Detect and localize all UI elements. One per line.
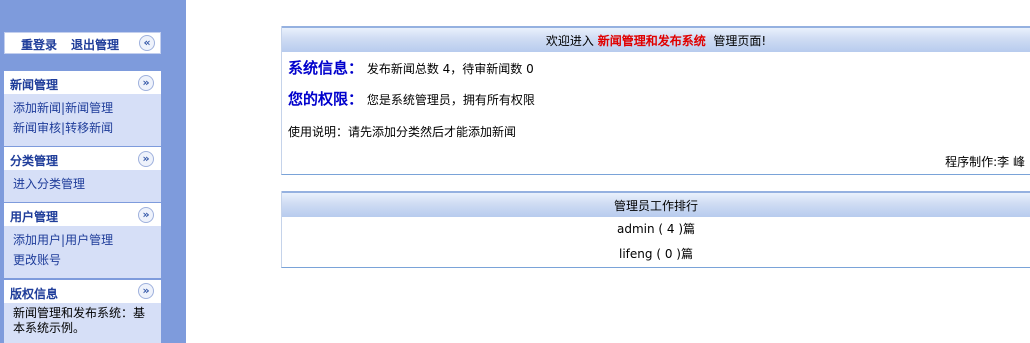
ranking-row: lifeng ( 0 )篇 [619, 247, 693, 261]
permission-text: 您是系统管理员，拥有所有权限 [366, 93, 535, 107]
welcome-prefix: 欢迎进入 [545, 34, 594, 48]
menu-title-users[interactable]: 用户管理 » [4, 203, 161, 226]
welcome-body: 系统信息： 发布新闻总数 4，待审新闻数 0 您的权限： 您是系统管理员，拥有所… [282, 52, 1030, 174]
change-account-link[interactable]: 更改账号 [13, 253, 61, 267]
menu-body-copyright: 新闻管理和发布系统：基本系统示例。 [4, 303, 161, 343]
double-chevron-down-icon[interactable]: » [138, 207, 154, 223]
menu-body-category: 进入分类管理 [4, 170, 161, 202]
permission-row: 您的权限： 您是系统管理员，拥有所有权限 [288, 88, 535, 109]
login-box: 重登录 退出管理 « [4, 32, 161, 54]
ranking-panel: 管理员工作排行 admin ( 4 )篇 lifeng ( 0 )篇 [281, 191, 1030, 268]
logout-link[interactable]: 退出管理 [71, 36, 119, 53]
double-chevron-left-icon[interactable]: « [139, 35, 155, 51]
usage-note: 使用说明：请先添加分类然后才能添加新闻 [288, 125, 517, 139]
add-user-link[interactable]: 添加用户 [13, 233, 61, 247]
news-review-link[interactable]: 新闻审核 [13, 121, 61, 135]
menu-title-category[interactable]: 分类管理 » [4, 147, 161, 170]
system-info-text: 发布新闻总数 4，待审新闻数 0 [366, 62, 534, 76]
menu-title-text: 用户管理 [10, 210, 59, 224]
ranking-list: admin ( 4 )篇 lifeng ( 0 )篇 [282, 217, 1030, 267]
relogin-link[interactable]: 重登录 [21, 36, 57, 53]
author-credit: 程序制作:李 峰 [945, 155, 1025, 169]
permission-label: 您的权限： [288, 90, 364, 108]
system-info-row: 系统信息： 发布新闻总数 4，待审新闻数 0 [288, 57, 534, 78]
enter-category-link[interactable]: 进入分类管理 [13, 177, 85, 191]
menu-title-news[interactable]: 新闻管理 » [4, 71, 161, 94]
menu-title-text: 版权信息 [10, 287, 59, 301]
system-info-label: 系统信息： [288, 59, 364, 77]
ranking-header: 管理员工作排行 [282, 191, 1030, 217]
add-news-link[interactable]: 添加新闻 [13, 101, 61, 115]
double-chevron-down-icon[interactable]: » [138, 151, 154, 167]
ranking-title: 管理员工作排行 [613, 199, 698, 213]
menu-body-users: 添加用户|用户管理 更改账号 [4, 226, 161, 278]
system-name: 新闻管理和发布系统 [597, 34, 706, 48]
double-chevron-down-icon[interactable]: » [138, 283, 154, 299]
double-chevron-down-icon[interactable]: » [138, 75, 154, 91]
sidebar: 重登录 退出管理 « 新闻管理 » 添加新闻|新闻管理 新闻审核|转移新闻 分类… [0, 0, 186, 343]
welcome-suffix: 管理页面! [713, 34, 767, 48]
welcome-panel: 欢迎进入 新闻管理和发布系统 管理页面! 系统信息： 发布新闻总数 4，待审新闻… [281, 26, 1030, 175]
menu-title-text: 新闻管理 [10, 78, 59, 92]
news-manage-link[interactable]: 新闻管理 [65, 101, 113, 115]
user-manage-link[interactable]: 用户管理 [65, 233, 113, 247]
menu-title-copyright[interactable]: 版权信息 » [4, 280, 161, 303]
welcome-header: 欢迎进入 新闻管理和发布系统 管理页面! [282, 26, 1030, 52]
ranking-row: admin ( 4 )篇 [616, 222, 696, 236]
move-news-link[interactable]: 转移新闻 [65, 121, 113, 135]
menu-body-news: 添加新闻|新闻管理 新闻审核|转移新闻 [4, 94, 161, 146]
copyright-text: 新闻管理和发布系统：基本系统示例。 [13, 306, 146, 335]
menu-title-text: 分类管理 [10, 154, 59, 168]
